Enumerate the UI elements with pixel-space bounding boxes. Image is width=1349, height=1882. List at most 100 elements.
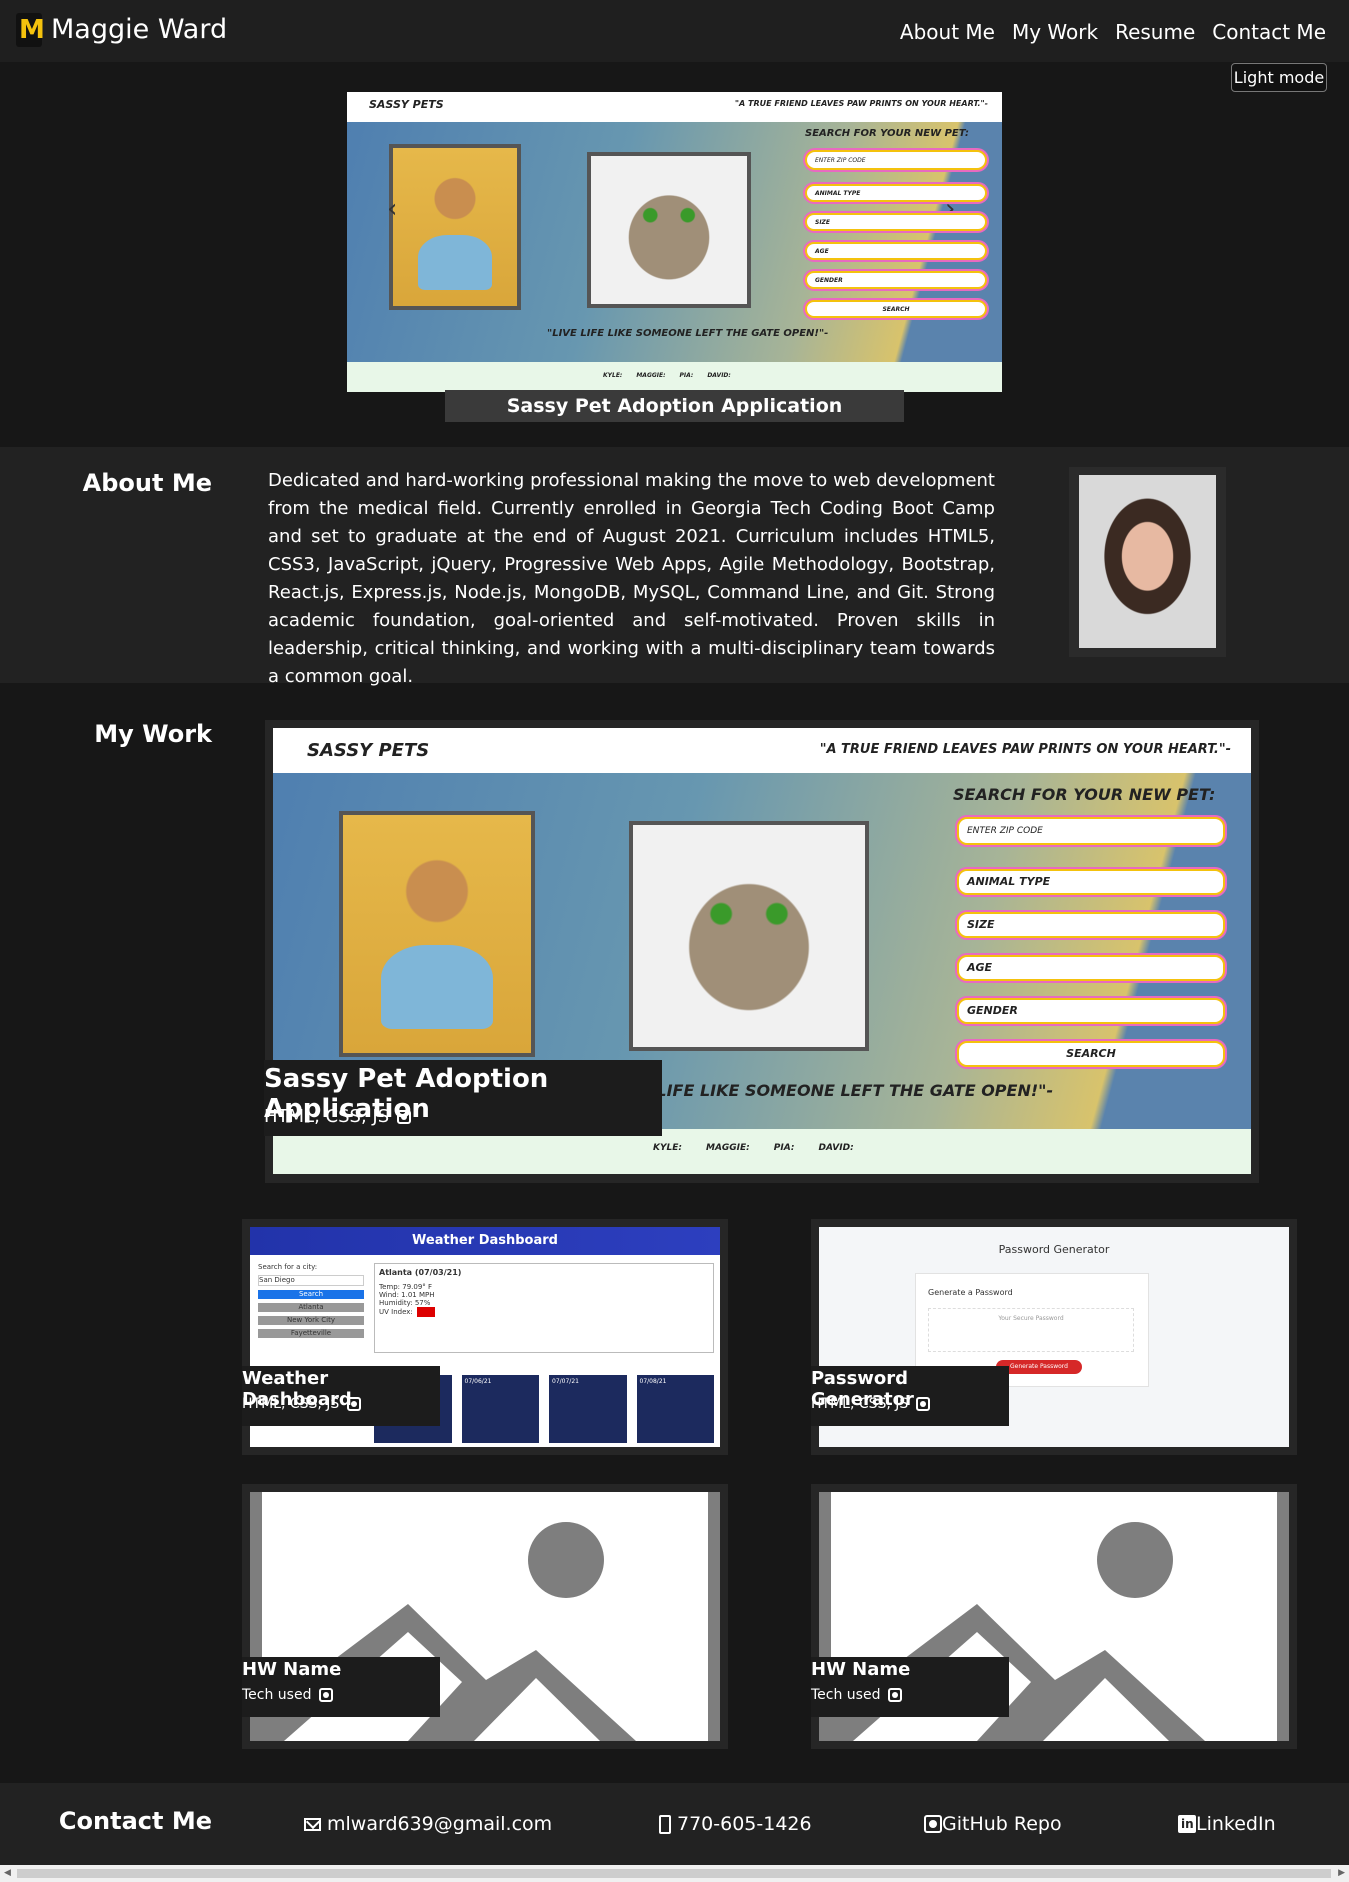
nav-links: About Me My Work Resume Contact Me (900, 20, 1326, 44)
email-text[interactable]: mlward639@gmail.com (327, 1813, 552, 1835)
project-card-weather[interactable]: Weather Dashboard Search for a city: San… (242, 1219, 728, 1455)
featured-tech: HTML, CSS, JS (264, 1106, 412, 1127)
password-tech: HTML, CSS, JS (811, 1396, 931, 1412)
cat-photo (587, 152, 751, 308)
shot-names: KYLE: MAGGIE: PIA: DAVID: (603, 372, 731, 379)
project-card-placeholder[interactable]: HW Name Tech used (811, 1484, 1297, 1749)
wx-uv-badge (416, 1307, 435, 1317)
github-text[interactable]: GitHub Repo (942, 1813, 1062, 1835)
placeholder-caption: HW Name Tech used (811, 1657, 1009, 1717)
pw-label: Generate a Password (928, 1288, 1013, 1297)
shot-footer: KYLE: MAGGIE: PIA: DAVID: (273, 1129, 1251, 1174)
wx-day: 07/08/21 (636, 1375, 714, 1443)
cat-photo (629, 820, 869, 1051)
shot-field-gender: GENDER (805, 271, 987, 289)
weather-tech-text: HTML, CSS, JS (242, 1396, 340, 1412)
placeholder-tech-text: Tech used (811, 1687, 881, 1703)
shot-header: SASSY PETS "A TRUE FRIEND LEAVES PAW PRI… (347, 92, 1002, 122)
shot-name: MAGGIE: (705, 1143, 750, 1154)
wx-city: New York City (258, 1316, 364, 1325)
navbar: M Maggie Ward About Me My Work Resume Co… (0, 0, 1349, 62)
work-heading: My Work (94, 720, 212, 748)
shot-search-button: SEARCH (957, 1040, 1225, 1067)
wx-wind: Wind: 1.01 MPH (379, 1291, 435, 1299)
shot-name: PIA: (773, 1143, 795, 1154)
github-icon (924, 1815, 942, 1833)
shot-field-size: SIZE (805, 213, 987, 231)
shot-field-age: AGE (957, 954, 1225, 981)
logo-m-icon: M (19, 15, 45, 45)
contact-email[interactable]: mlward639@gmail.com (304, 1813, 552, 1835)
wx-city: Fayetteville (258, 1329, 364, 1338)
wx-sidebar: Search for a city: San Diego Search Atla… (258, 1263, 364, 1338)
contact-heading: Contact Me (58, 1807, 212, 1835)
placeholder-title: HW Name (811, 1659, 911, 1680)
placeholder-caption: HW Name Tech used (242, 1657, 440, 1717)
shot-brand: SASSY PETS (307, 740, 430, 761)
nav-work[interactable]: My Work (1012, 20, 1098, 44)
shot-brand: SASSY PETS (369, 98, 444, 111)
github-icon[interactable] (888, 1688, 903, 1702)
brand-name[interactable]: Maggie Ward (51, 14, 227, 45)
about-text: Dedicated and hard-working professional … (268, 470, 995, 687)
shot-search-button: SEARCH (805, 300, 987, 318)
shot-search-title: SEARCH FOR YOUR NEW PET: (953, 784, 1216, 804)
github-icon[interactable] (916, 1397, 931, 1411)
shot-name: PIA: (679, 372, 694, 379)
shot-quote: "A TRUE FRIEND LEAVES PAW PRINTS ON YOUR… (819, 742, 1231, 757)
horizontal-scrollbar[interactable]: ◀ ▶ (0, 1865, 1349, 1882)
password-tech-text: HTML, CSS, JS (811, 1396, 909, 1412)
scrollbar-thumb[interactable] (17, 1869, 1331, 1878)
prev-arrow-icon[interactable]: ‹ (387, 194, 397, 224)
wx-temp: Temp: 79.09° F (379, 1283, 433, 1291)
shot-field-gender: GENDER (957, 997, 1225, 1024)
weather-tech: HTML, CSS, JS (242, 1396, 362, 1412)
shot-field-age: AGE (805, 242, 987, 260)
hero-screenshot[interactable]: SASSY PETS "A TRUE FRIEND LEAVES PAW PRI… (347, 92, 1002, 392)
logo[interactable]: M (16, 13, 45, 47)
shot-field-size: SIZE (957, 911, 1225, 938)
shot-name: MAGGIE: (636, 372, 666, 379)
nav-resume[interactable]: Resume (1115, 20, 1195, 44)
scroll-left-icon[interactable]: ◀ (4, 1868, 11, 1878)
github-icon[interactable] (319, 1688, 334, 1702)
shot-main: ‹ › SEARCH FOR YOUR NEW PET: ENTER ZIP C… (347, 122, 1002, 362)
nav-about[interactable]: About Me (900, 20, 995, 44)
envelope-icon (304, 1817, 321, 1831)
wx-uv: UV Index: (379, 1307, 709, 1317)
wx-search-input: San Diego (258, 1275, 364, 1286)
nav-contact[interactable]: Contact Me (1212, 20, 1326, 44)
contact-linkedin[interactable]: LinkedIn (1178, 1813, 1276, 1835)
pw-output: Your Secure Password (928, 1308, 1134, 1352)
scroll-right-icon[interactable]: ▶ (1338, 1868, 1345, 1878)
github-icon[interactable] (347, 1397, 362, 1411)
about-section: About Me Dedicated and hard-working prof… (0, 447, 1349, 687)
wx-header: Weather Dashboard (250, 1227, 720, 1255)
portrait-frame (1069, 467, 1226, 657)
password-caption: Password Generator HTML, CSS, JS (811, 1366, 1009, 1426)
contact-phone[interactable]: 770-605-1426 (659, 1813, 812, 1835)
wx-day: 07/07/21 (549, 1375, 627, 1443)
portrait-photo (1079, 475, 1216, 648)
wx-city: Atlanta (258, 1303, 364, 1312)
shot-search-title: SEARCH FOR YOUR NEW PET: (805, 128, 970, 139)
contact-github[interactable]: GitHub Repo (924, 1813, 1062, 1835)
linkedin-text[interactable]: LinkedIn (1196, 1813, 1276, 1835)
phone-text[interactable]: 770-605-1426 (677, 1813, 812, 1835)
wx-day: 07/06/21 (461, 1375, 539, 1443)
shot-bottom-quote: "LIVE LIFE LIKE SOMEONE LEFT THE GATE OP… (603, 1080, 1054, 1100)
project-card-password[interactable]: Password Generator Generate a Password Y… (811, 1219, 1297, 1455)
shot-footer: KYLE: MAGGIE: PIA: DAVID: (347, 362, 1002, 392)
featured-project-card[interactable]: SASSY PETS "A TRUE FRIEND LEAVES PAW PRI… (264, 720, 1259, 1183)
project-card-placeholder[interactable]: HW Name Tech used (242, 1484, 728, 1749)
shot-bottom-quote: "LIVE LIFE LIKE SOMEONE LEFT THE GATE OP… (547, 328, 829, 339)
featured-caption: Sassy Pet Adoption Application HTML, CSS… (264, 1060, 662, 1136)
github-icon[interactable] (397, 1110, 412, 1124)
wx-search-button: Search (258, 1290, 364, 1299)
shot-zip-field: ENTER ZIP CODE (957, 816, 1225, 845)
light-mode-button[interactable]: Light mode (1231, 63, 1327, 92)
placeholder-tech: Tech used (242, 1687, 334, 1703)
pw-header: Password Generator (998, 1243, 1110, 1256)
shot-name: DAVID: (818, 1143, 854, 1154)
placeholder-tech: Tech used (811, 1687, 903, 1703)
